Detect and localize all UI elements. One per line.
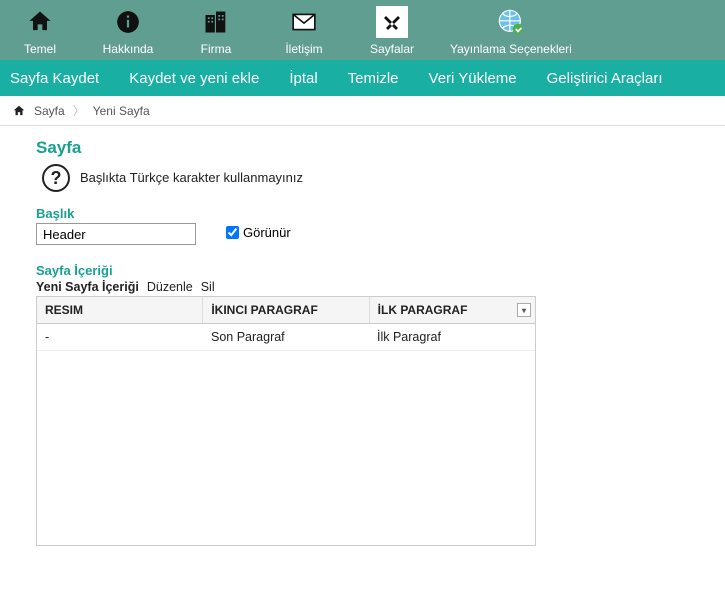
grid-new-button[interactable]: Yeni Sayfa İçeriği bbox=[36, 280, 139, 294]
nav-label: İletişim bbox=[285, 42, 322, 56]
grid-edit-button[interactable]: Düzenle bbox=[147, 280, 193, 294]
home-icon bbox=[12, 104, 26, 118]
nav-label: Firma bbox=[201, 42, 232, 56]
save-and-new-button[interactable]: Kaydet ve yeni ekle bbox=[129, 70, 259, 87]
nav-item-sayfalar[interactable]: Sayfalar bbox=[362, 6, 422, 56]
grid-body: - Son Paragraf İlk Paragraf bbox=[37, 324, 535, 545]
action-bar: Sayfa Kaydet Kaydet ve yeni ekle İptal T… bbox=[0, 60, 725, 96]
col-ilk-paragraf[interactable]: İLK PARAGRAF ▾ bbox=[370, 297, 535, 323]
hint-text: Başlıkta Türkçe karakter kullanmayınız bbox=[80, 170, 303, 187]
clear-button[interactable]: Temizle bbox=[348, 70, 399, 87]
breadcrumb-current: Yeni Sayfa bbox=[93, 104, 150, 118]
nav-item-iletisim[interactable]: İletişim bbox=[274, 6, 334, 56]
cell-ilk: İlk Paragraf bbox=[369, 324, 535, 350]
cancel-button[interactable]: İptal bbox=[289, 70, 317, 87]
nav-label: Temel bbox=[24, 42, 56, 56]
save-button[interactable]: Sayfa Kaydet bbox=[10, 70, 99, 87]
header-input[interactable] bbox=[36, 223, 196, 245]
top-nav: Temel Hakkında Firma İletişim Sayfalar Y… bbox=[0, 0, 725, 60]
nav-item-firma[interactable]: Firma bbox=[186, 6, 246, 56]
col-resim[interactable]: RESIM bbox=[37, 297, 203, 323]
breadcrumb-root[interactable]: Sayfa bbox=[34, 104, 65, 118]
cell-resim: - bbox=[37, 324, 203, 350]
col-ikinci-paragraf[interactable]: İKINCI PARAGRAF bbox=[203, 297, 369, 323]
nav-item-yayinlama[interactable]: Yayınlama Seçenekleri bbox=[450, 6, 572, 56]
buildings-icon bbox=[200, 6, 232, 38]
chevron-right-icon: 〉 bbox=[73, 102, 85, 119]
home-icon bbox=[24, 6, 56, 38]
data-load-button[interactable]: Veri Yükleme bbox=[429, 70, 517, 87]
question-icon: ? bbox=[42, 164, 70, 192]
grid-toolbar: Yeni Sayfa İçeriği Düzenle Sil bbox=[36, 280, 701, 294]
content-section-label: Sayfa İçeriği bbox=[36, 263, 701, 278]
mail-icon bbox=[288, 6, 320, 38]
dev-tools-button[interactable]: Geliştirici Araçları bbox=[547, 70, 663, 87]
content-grid: RESIM İKINCI PARAGRAF İLK PARAGRAF ▾ - S… bbox=[36, 296, 536, 546]
globe-icon bbox=[495, 6, 527, 38]
table-row[interactable]: - Son Paragraf İlk Paragraf bbox=[37, 324, 535, 351]
nav-label: Hakkında bbox=[103, 42, 154, 56]
cell-ikinci: Son Paragraf bbox=[203, 324, 369, 350]
hint-row: ? Başlıkta Türkçe karakter kullanmayınız bbox=[42, 164, 701, 192]
nav-label: Sayfalar bbox=[370, 42, 414, 56]
breadcrumb: Sayfa 〉 Yeni Sayfa bbox=[0, 96, 725, 126]
grid-delete-button[interactable]: Sil bbox=[201, 280, 215, 294]
visible-checkbox[interactable] bbox=[226, 226, 239, 239]
nav-item-temel[interactable]: Temel bbox=[10, 6, 70, 56]
content-area: Sayfa ? Başlıkta Türkçe karakter kullanm… bbox=[0, 126, 725, 570]
header-label: Başlık bbox=[36, 206, 196, 221]
nav-label: Yayınlama Seçenekleri bbox=[450, 42, 572, 56]
visible-label: Görünür bbox=[243, 225, 291, 240]
column-menu-icon[interactable]: ▾ bbox=[517, 303, 531, 317]
nav-item-hakkinda[interactable]: Hakkında bbox=[98, 6, 158, 56]
grid-header: RESIM İKINCI PARAGRAF İLK PARAGRAF ▾ bbox=[37, 297, 535, 324]
page-title: Sayfa bbox=[36, 138, 701, 158]
info-icon bbox=[112, 6, 144, 38]
tools-icon bbox=[376, 6, 408, 38]
